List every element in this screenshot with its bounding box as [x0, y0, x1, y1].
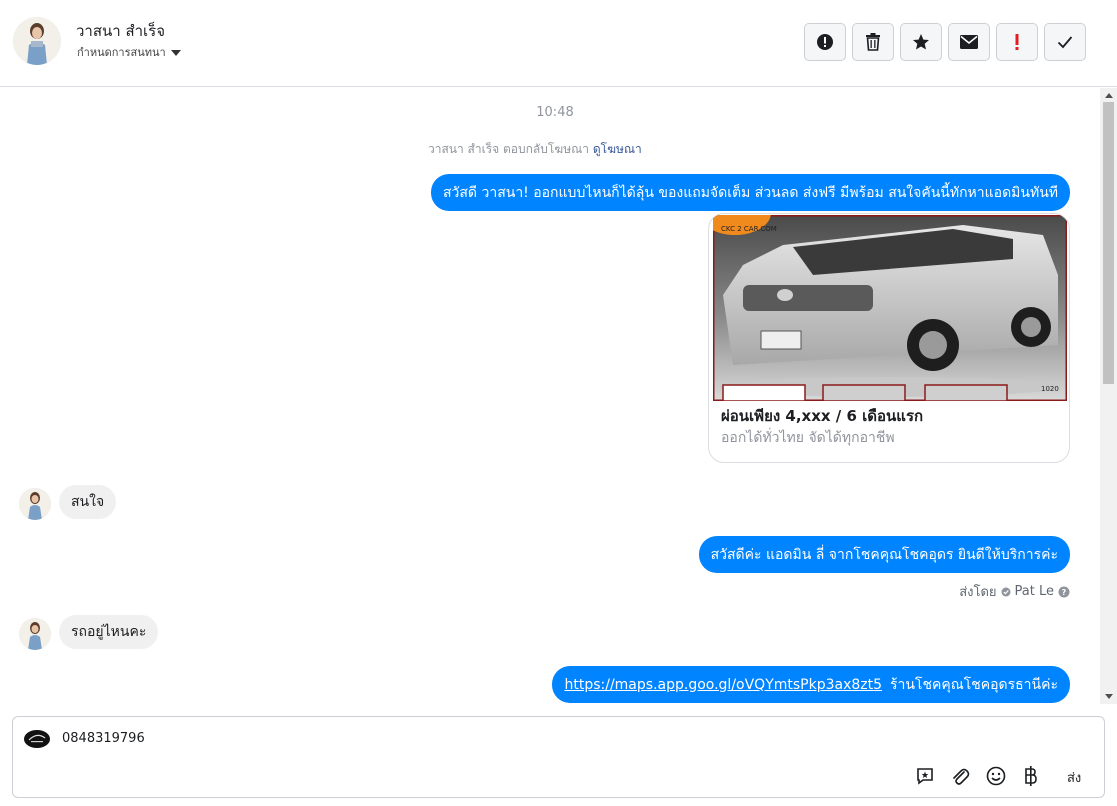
ad-reply-notice: วาสนา สำเร็จ ตอบกลับโฆษณา ดูโฆษณา: [428, 140, 642, 159]
message-thread: 10:48 วาสนา สำเร็จ ตอบกลับโฆษณา ดูโฆษณา …: [0, 88, 1117, 704]
message-text: ร้านโชคคุณโชคอุดรธานีค่ะ: [890, 676, 1058, 693]
sent-by-label: ส่งโดย: [959, 585, 997, 600]
timestamp: 10:48: [536, 105, 574, 120]
message-bubble-outgoing: สวัสดีค่ะ แอดมิน ลี่ จากโชคคุณโชคอุดร ยิ…: [698, 536, 1070, 573]
message-bubble-outgoing: https://maps.app.goo.gl/oVQYmtsPkp3ax8zt…: [552, 666, 1070, 703]
message-composer: 0848319796 ส่ง: [12, 716, 1105, 798]
done-button[interactable]: [1044, 23, 1086, 61]
quick-reply-icon[interactable]: [914, 765, 936, 787]
svg-text:?: ?: [1062, 588, 1067, 597]
sender-avatar: [19, 618, 51, 650]
car-image: CKC 2 CAR.COM 1020: [709, 214, 1069, 403]
star-button[interactable]: [900, 23, 942, 61]
envelope-icon: [960, 35, 978, 49]
important-button[interactable]: [996, 23, 1038, 61]
ad-reply-text: วาสนา สำเร็จ ตอบกลับโฆษณา: [428, 142, 589, 156]
message-bubble-incoming: รถอยู่ไหนคะ: [59, 615, 159, 649]
assign-conversation-dropdown[interactable]: กำหนดการสนทนา: [77, 43, 181, 61]
contact-name: วาสนา สำเร็จ: [76, 22, 165, 40]
image-code: 1020: [1041, 385, 1059, 393]
thread-scrollbar[interactable]: [1100, 88, 1117, 704]
exclamation-circle-icon: [817, 34, 833, 50]
spam-button[interactable]: [804, 23, 846, 61]
logo-text: CKC 2 CAR.COM: [721, 225, 777, 233]
message-bubble-incoming: สนใจ: [59, 485, 117, 519]
maps-link[interactable]: https://maps.app.goo.gl/oVQYmtsPkp3ax8zt…: [564, 677, 882, 693]
assign-label: กำหนดการสนทนา: [77, 46, 166, 59]
mark-unread-button[interactable]: [948, 23, 990, 61]
sender-avatar: [19, 488, 51, 520]
emoji-icon[interactable]: [985, 765, 1007, 787]
scroll-down-arrow-icon[interactable]: [1105, 694, 1113, 699]
page-avatar: [23, 728, 51, 750]
attachment-icon[interactable]: [949, 765, 971, 787]
verified-icon: [1001, 587, 1011, 596]
card-title: ผ่อนเพียง 4,xxx / 6 เดือนแรก: [721, 407, 924, 425]
delete-button[interactable]: [852, 23, 894, 61]
scroll-up-arrow-icon[interactable]: [1105, 93, 1113, 98]
trash-icon: [866, 33, 880, 51]
message-input[interactable]: 0848319796: [62, 731, 145, 746]
caret-down-icon: [170, 49, 181, 56]
view-ad-link[interactable]: ดูโฆษณา: [593, 142, 642, 156]
contact-avatar[interactable]: [13, 17, 61, 65]
help-icon[interactable]: ?: [1058, 586, 1070, 598]
baht-icon[interactable]: [1020, 765, 1042, 787]
message-bubble-outgoing: สวัสดี วาสนา! ออกแบบไหนก็ได้ลุ้น ของแถมจ…: [430, 174, 1070, 211]
conversation-header: วาสนา สำเร็จ กำหนดการสนทนา: [0, 0, 1117, 87]
check-icon: [1057, 36, 1073, 49]
sent-by-info: ส่งโดย Pat Le ?: [959, 581, 1070, 602]
sent-by-name[interactable]: Pat Le: [1015, 584, 1054, 599]
ad-card[interactable]: CKC 2 CAR.COM 1020 ผ่อนเพียง 4,xxx / 6 เ…: [708, 213, 1070, 463]
send-button[interactable]: ส่ง: [1067, 767, 1081, 788]
scrollbar-thumb[interactable]: [1103, 102, 1114, 384]
card-subtitle: ออกได้ทั่วไทย จัดได้ทุกอาชีพ: [721, 430, 895, 446]
red-exclamation-icon: [1015, 34, 1019, 50]
star-icon: [913, 34, 929, 50]
